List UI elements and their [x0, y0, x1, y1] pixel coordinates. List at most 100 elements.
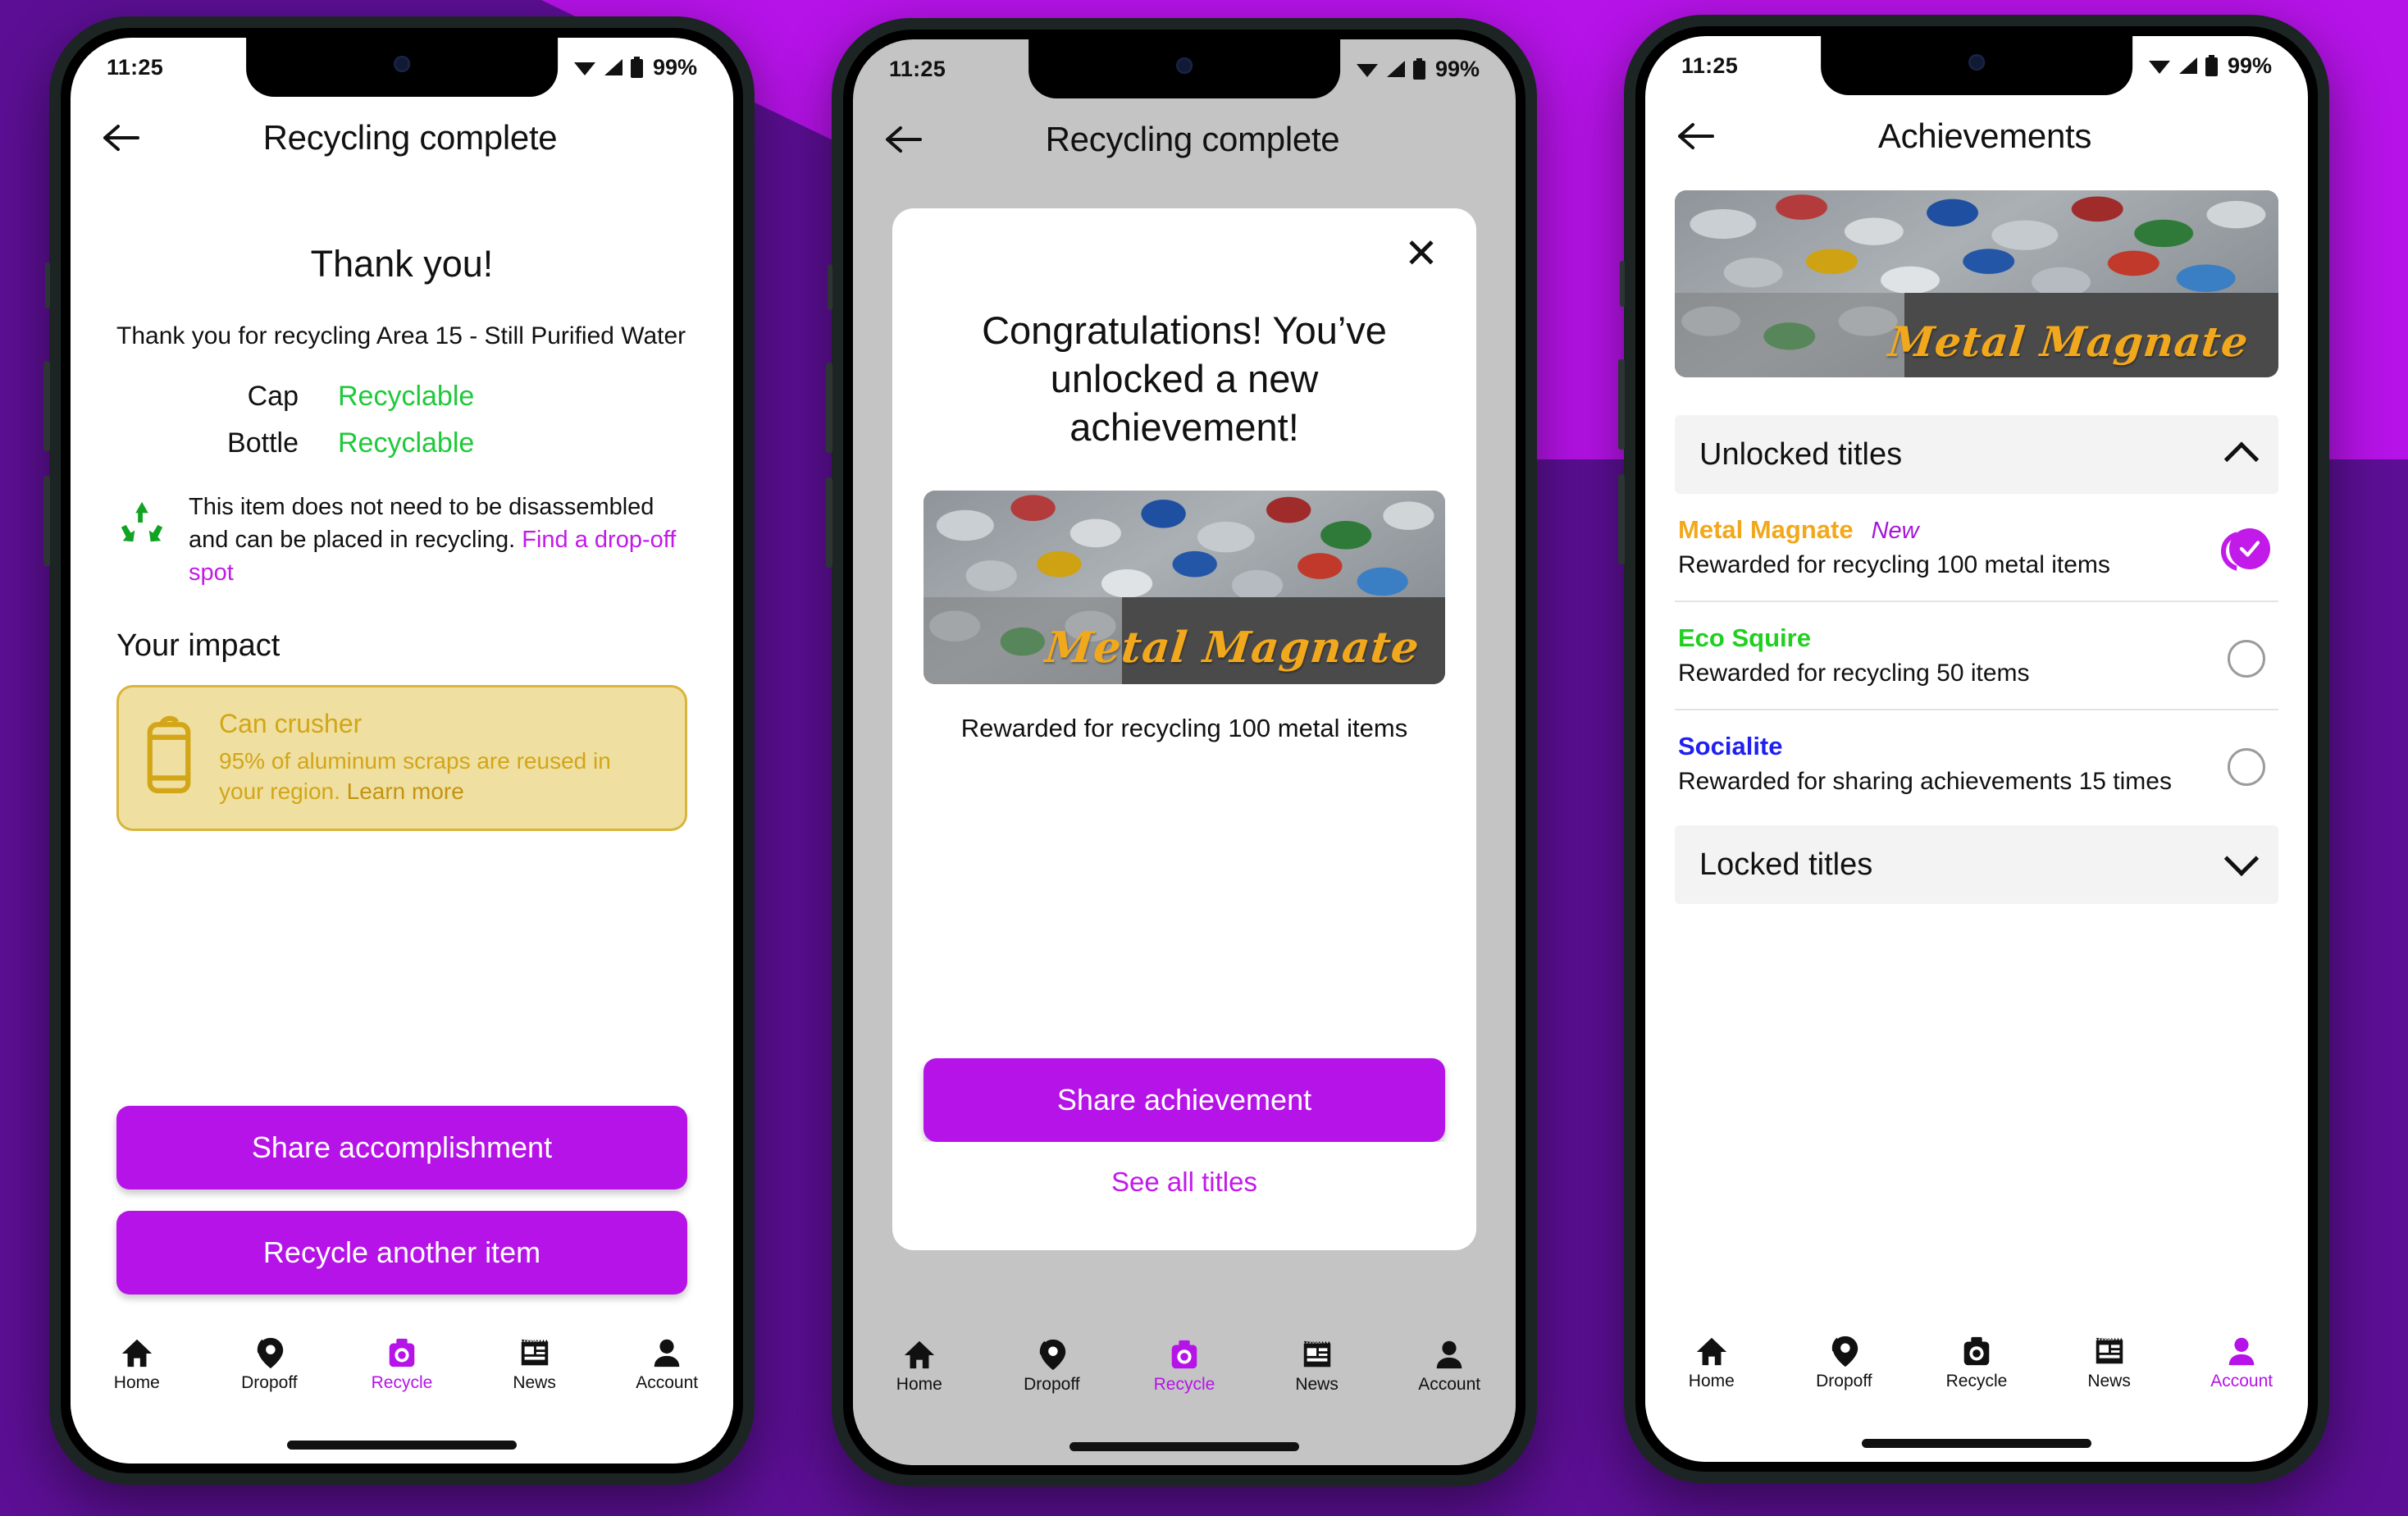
nav-item-recycle[interactable]: Recycle	[335, 1336, 468, 1393]
nav-label: Dropoff	[1024, 1375, 1080, 1394]
nav-label: Account	[636, 1373, 699, 1392]
nav-item-recycle[interactable]: Recycle	[1910, 1334, 2043, 1391]
status-clock: 11:25	[107, 54, 164, 80]
table-row: Bottle Recyclable	[116, 427, 687, 459]
nav-item-dropoff[interactable]: Dropoff	[203, 1336, 336, 1393]
phone-notch	[1028, 39, 1340, 98]
accordion-locked-titles[interactable]: Locked titles	[1675, 825, 2278, 904]
nav-label: Account	[2210, 1372, 2273, 1390]
map-pin-icon	[1832, 1336, 1858, 1368]
nav-item-recycle[interactable]: Recycle	[1118, 1337, 1251, 1395]
your-impact-heading: Your impact	[116, 628, 280, 663]
signal-icon	[604, 59, 623, 75]
battery-percent: 99%	[1434, 56, 1480, 81]
screen-content: Thank you! Thank you for recycling Area …	[71, 179, 733, 1327]
chevron-up-icon	[2223, 441, 2260, 477]
nav-label: Dropoff	[1816, 1372, 1872, 1390]
part-status: Recyclable	[338, 380, 475, 412]
nav-item-news[interactable]: News	[468, 1336, 601, 1393]
battery-icon	[630, 57, 643, 78]
badge-caption: Rewarded for recycling 100 metal items	[960, 714, 1408, 743]
chevron-down-icon	[2223, 841, 2260, 877]
camera-icon	[1171, 1340, 1197, 1369]
list-item[interactable]: Eco Squire Rewarded for recycling 50 ite…	[1675, 602, 2278, 710]
screen-content: Metal Magnate Unlocked titles Metal Magn…	[1645, 177, 2308, 1326]
newspaper-icon	[1303, 1340, 1330, 1368]
status-badge: New	[1871, 518, 1919, 544]
bottom-navigation: Home Dropoff Recycle News Account	[853, 1329, 1516, 1427]
see-all-titles-button[interactable]: See all titles	[924, 1142, 1445, 1222]
app-bar: Recycling complete	[71, 97, 733, 179]
share-achievement-button[interactable]: Share achievement	[924, 1058, 1445, 1142]
thank-you-heading: Thank you!	[310, 243, 494, 285]
hamburger-menu-icon[interactable]	[1457, 116, 1488, 163]
achievement-description: Rewarded for recycling 100 metal items	[1678, 551, 2110, 578]
nav-item-home[interactable]: Home	[1645, 1334, 1778, 1391]
bottom-navigation: Home Dropoff Recycle News Account	[1645, 1326, 2308, 1424]
nav-item-news[interactable]: News	[2043, 1334, 2176, 1391]
app-bar: Recycling complete	[853, 98, 1516, 180]
battery-icon	[1412, 58, 1425, 80]
nav-item-news[interactable]: News	[1251, 1337, 1384, 1395]
hero-badge-image: Metal Magnate	[1675, 190, 2278, 377]
page-title: Recycling complete	[1045, 120, 1340, 158]
modal-title: Congratulations! You’ve unlocked a new a…	[982, 308, 1387, 449]
nav-item-home[interactable]: Home	[853, 1337, 986, 1395]
achievement-toggle[interactable]	[2221, 743, 2272, 794]
wifi-icon	[1356, 64, 1378, 77]
status-clock: 11:25	[1681, 53, 1739, 78]
nav-item-account[interactable]: Account	[2175, 1334, 2308, 1391]
list-item[interactable]: Metal Magnate New Rewarded for recycling…	[1675, 494, 2278, 602]
back-arrow-icon[interactable]	[98, 114, 146, 162]
table-row: Cap Recyclable	[116, 381, 687, 413]
person-icon	[654, 1339, 680, 1368]
nav-item-home[interactable]: Home	[71, 1336, 203, 1393]
achievement-toggle[interactable]	[2221, 635, 2272, 686]
recycle-another-item-button[interactable]: Recycle another item	[116, 1211, 687, 1295]
part-name: Bottle	[227, 427, 299, 459]
phone-volume-down-button	[43, 476, 50, 566]
achievement-title: Eco Squire	[1678, 623, 1811, 652]
nav-label: Recycle	[1945, 1372, 2008, 1390]
nav-label: News	[1295, 1375, 1339, 1394]
achievement-description: Rewarded for recycling 50 items	[1678, 660, 2030, 687]
hamburger-menu-icon[interactable]	[674, 114, 705, 162]
list-item[interactable]: Socialite Rewarded for sharing achieveme…	[1675, 710, 2278, 817]
nav-label: Home	[1688, 1372, 1735, 1390]
battery-percent: 99%	[652, 54, 697, 80]
nav-item-dropoff[interactable]: Dropoff	[986, 1337, 1119, 1395]
nav-item-dropoff[interactable]: Dropoff	[1778, 1334, 1911, 1391]
back-arrow-icon[interactable]	[881, 116, 928, 163]
phone-volume-down-button	[826, 477, 832, 568]
nav-label: News	[513, 1373, 556, 1392]
screen-content: ✕ Congratulations! You’ve unlocked a new…	[853, 180, 1516, 1329]
nav-label: Home	[113, 1373, 160, 1392]
close-icon[interactable]: ✕	[1398, 230, 1445, 277]
share-accomplishment-button[interactable]: Share accomplishment	[116, 1106, 687, 1190]
impact-card[interactable]: Can crusher 95% of aluminum scraps are r…	[116, 684, 687, 832]
disassembly-note: This item does not need to be disassembl…	[116, 491, 687, 589]
person-icon	[2228, 1337, 2255, 1366]
learn-more-link[interactable]: Learn more	[347, 779, 464, 804]
newspaper-icon	[521, 1339, 548, 1366]
hamburger-menu-icon[interactable]	[2249, 112, 2280, 160]
phone-volume-up-button	[43, 361, 50, 451]
camera-icon	[389, 1338, 415, 1368]
modal-actions: Share achievement See all titles	[924, 1058, 1445, 1222]
achievements-list: Metal Magnate New Rewarded for recycling…	[1675, 494, 2278, 817]
back-arrow-icon[interactable]	[1673, 112, 1721, 160]
home-icon	[121, 1339, 152, 1368]
accordion-unlocked-titles[interactable]: Unlocked titles	[1675, 415, 2278, 494]
phone-volume-up-button	[1618, 359, 1625, 450]
signal-icon	[2178, 57, 2197, 74]
nav-item-account[interactable]: Account	[1383, 1337, 1516, 1395]
person-icon	[1436, 1340, 1462, 1369]
accordion-label: Unlocked titles	[1699, 436, 1903, 472]
nav-item-account[interactable]: Account	[600, 1336, 733, 1393]
battery-percent: 99%	[2227, 53, 2272, 78]
phone-mockup-3: 11:25 99% Achievements Metal Magnate Unl…	[1618, 15, 2329, 1483]
home-indicator	[1645, 1424, 2308, 1462]
nav-label: Recycle	[1153, 1375, 1215, 1394]
wifi-icon	[2148, 61, 2170, 74]
parts-table: Cap Recyclable Bottle Recyclable	[116, 381, 687, 459]
